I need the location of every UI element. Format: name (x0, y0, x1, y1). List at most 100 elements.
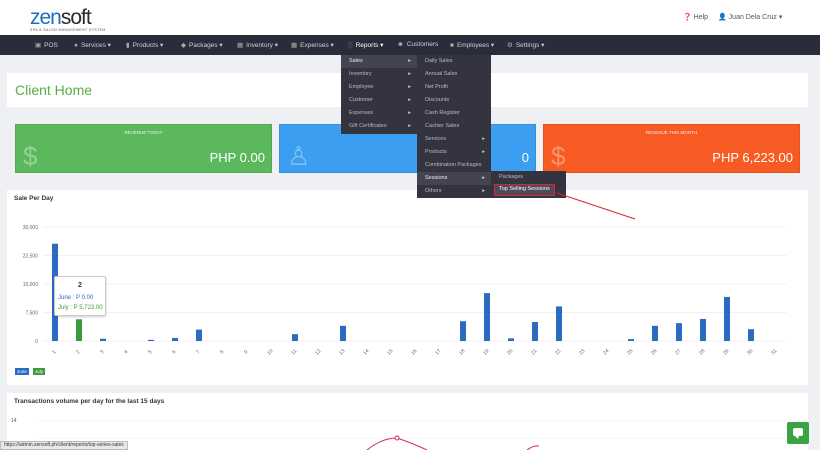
nav-label: Employees (456, 42, 490, 49)
chevron-right-icon: ▸ (408, 123, 411, 129)
menu-item-net-profit[interactable]: Net Profit (417, 81, 491, 94)
menu-label: Products (425, 149, 447, 155)
menu-item-discounts[interactable]: Discounts (417, 94, 491, 107)
customers-icon: ☻ (397, 41, 404, 48)
nav-inventory[interactable]: ▦ Inventory ▾ (237, 41, 278, 49)
menu-label: Top Selling Sessions (499, 186, 550, 192)
menu-label: Gift Certificates (349, 123, 387, 129)
nav-pos[interactable]: ▣ POS (35, 41, 58, 49)
top-header: zensoft SPA & SALON MANAGEMENT SYSTEM ❓ … (0, 0, 820, 35)
packages-icon: ◆ (181, 42, 186, 49)
logo-tagline: SPA & SALON MANAGEMENT SYSTEM (30, 28, 106, 32)
nav-label: Packages (189, 42, 218, 49)
menu-label: Inventory (349, 71, 372, 77)
menu-label: Sessions (425, 175, 448, 181)
menu-label: Cash Register (425, 110, 460, 116)
services-icon: ● (74, 42, 78, 49)
menu-item-cash-register[interactable]: Cash Register (417, 107, 491, 120)
menu-label: Packages (499, 174, 524, 180)
zensoft-logo[interactable]: zensoft SPA & SALON MANAGEMENT SYSTEM (30, 6, 106, 32)
sales-submenu: Daily Sales Annual Sales Net Profit Disc… (417, 55, 491, 198)
main-navbar: ▣ POS ● Services ▾ ▮ Products ▾ ◆ Packages ▾… (0, 35, 820, 55)
menu-label: Sales (349, 58, 363, 64)
chevron-right-icon: ▸ (408, 58, 411, 64)
nav-label: Services (80, 42, 106, 49)
chat-button[interactable] (787, 422, 809, 444)
menu-label: Others (425, 188, 442, 194)
peso-icon: $ (23, 141, 38, 171)
page-title: Client Home (15, 82, 93, 98)
menu-item-employee[interactable]: Employee ▸ (341, 81, 417, 94)
menu-item-combination-packages[interactable]: Combination Packages (417, 159, 491, 172)
menu-item-sales[interactable]: Sales ▸ (341, 55, 417, 68)
logo-text-zen: zen (30, 6, 62, 29)
legend-june[interactable]: June (15, 368, 29, 375)
nav-customers[interactable]: ☻ Customers (397, 41, 438, 48)
menu-item-packages[interactable]: Packages (491, 171, 566, 184)
menu-label: Discounts (425, 97, 450, 103)
stat-label: REVENUE TODAY (124, 130, 163, 135)
chevron-right-icon: ▸ (482, 136, 485, 142)
stat-value: PHP 0.00 (209, 150, 265, 165)
revenue-today-card: REVENUE TODAY $ PHP 0.00 (15, 124, 272, 173)
reports-icon: ░ (348, 42, 353, 49)
peso-icon: $ (551, 141, 566, 171)
menu-item-annual-sales[interactable]: Annual Sales (417, 68, 491, 81)
nav-employees[interactable]: ■ Employees ▾ (450, 41, 494, 49)
menu-item-customer[interactable]: Customer ▸ (341, 94, 417, 107)
menu-item-sessions[interactable]: Sessions ▸ (417, 172, 491, 185)
nav-packages[interactable]: ◆ Packages ▾ (181, 41, 223, 49)
menu-label: Expenses (349, 110, 374, 116)
nav-settings[interactable]: ⚙ Settings ▾ (507, 41, 544, 49)
menu-item-daily-sales[interactable]: Daily Sales (417, 55, 491, 68)
menu-item-expenses[interactable]: Expenses ▸ (341, 107, 417, 120)
user-name: Juan Dela Cruz (728, 14, 777, 21)
chevron-right-icon: ▸ (482, 149, 485, 155)
chart-title: Sale Per Day (14, 195, 54, 202)
status-bar-url: https://admin.zensoft.ph/client/reports/… (0, 441, 128, 450)
menu-label: Customer (349, 97, 373, 103)
menu-label: Daily Sales (425, 58, 453, 64)
menu-label: Employee (349, 84, 374, 90)
nav-services[interactable]: ● Services ▾ (74, 41, 111, 49)
chevron-right-icon: ▸ (408, 71, 411, 77)
nav-label: Settings (515, 42, 540, 49)
chat-icon (793, 428, 803, 439)
help-label: Help (693, 14, 709, 21)
nav-label: Expenses (300, 42, 329, 49)
expenses-icon: ▩ (291, 42, 298, 49)
menu-item-cashier-sales[interactable]: Cashier Sales (417, 120, 491, 133)
products-icon: ▮ (126, 42, 130, 49)
nav-label: Inventory (246, 42, 273, 49)
settings-icon: ⚙ (507, 42, 513, 49)
help-link[interactable]: ❓ Help (683, 13, 708, 21)
menu-item-products[interactable]: Products ▸ (417, 146, 491, 159)
menu-item-gift-certificates[interactable]: Gift Certificates ▸ (341, 120, 417, 133)
menu-label: Services (425, 136, 447, 142)
scrollbar[interactable] (812, 55, 820, 450)
tooltip-july: July : P 5,723.00 (58, 305, 103, 311)
legend-july[interactable]: July (33, 368, 46, 375)
menu-item-top-selling-sessions[interactable]: Top Selling Sessions (494, 184, 555, 196)
stat-value: 0 (521, 150, 529, 165)
sale-per-day-card: Sale Per Day (7, 190, 808, 385)
user-icon: 👤 (718, 14, 727, 21)
tooltip-june: June : P 0.00 (58, 295, 94, 301)
menu-label: Annual Sales (425, 71, 458, 77)
menu-label: Cashier Sales (425, 123, 460, 129)
nav-products[interactable]: ▮ Products ▾ (126, 41, 163, 49)
chevron-right-icon: ▸ (482, 188, 485, 194)
menu-label: Combination Packages (425, 162, 482, 168)
menu-item-inventory[interactable]: Inventory ▸ (341, 68, 417, 81)
menu-item-services[interactable]: Services ▸ (417, 133, 491, 146)
nav-label: Reports (355, 42, 379, 49)
help-icon: ❓ (683, 14, 692, 21)
nav-expenses[interactable]: ▩ Expenses ▾ (291, 41, 334, 49)
nav-reports[interactable]: ░ Reports ▾ (348, 41, 383, 49)
user-menu[interactable]: 👤 Juan Dela Cruz ▾ (718, 13, 782, 21)
user-icon: ♙ (287, 141, 311, 171)
nav-label: Products (132, 42, 159, 49)
menu-item-others[interactable]: Others ▸ (417, 185, 491, 198)
pos-icon: ▣ (35, 42, 42, 49)
stat-value: PHP 6,223.00 (712, 150, 793, 165)
